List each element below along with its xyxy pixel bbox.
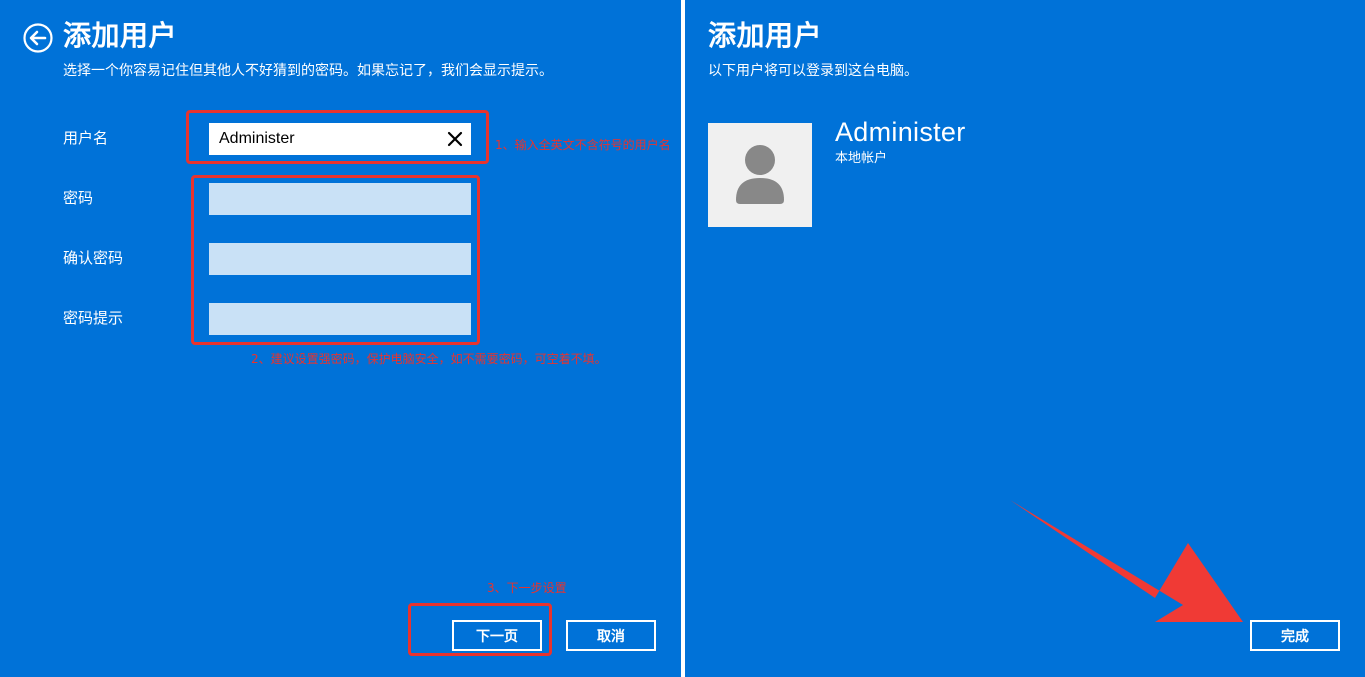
password-label: 密码 bbox=[63, 189, 94, 207]
cancel-button[interactable]: 取消 bbox=[566, 620, 656, 651]
user-silhouette-icon bbox=[736, 145, 784, 204]
next-button[interactable]: 下一页 bbox=[452, 620, 542, 651]
back-arrow-icon bbox=[23, 23, 53, 53]
annotation-note-3: 3、下一步设置 bbox=[487, 581, 567, 595]
avatar bbox=[708, 123, 812, 227]
page-subtitle: 以下用户将可以登录到这台电脑。 bbox=[708, 63, 918, 79]
page-subtitle: 选择一个你容易记住但其他人不好猜到的密码。如果忘记了，我们会显示提示。 bbox=[63, 63, 553, 79]
annotation-note-1: 1、输入全英文不含符号的用户名 bbox=[495, 138, 671, 152]
annotation-note-2: 2、建议设置强密码，保护电脑安全，如不需要密码，可空着不填。 bbox=[251, 352, 607, 366]
back-button[interactable] bbox=[23, 23, 53, 53]
user-name: Administer bbox=[835, 117, 966, 147]
pointer-arrow-annotation bbox=[1010, 500, 1243, 622]
account-type: 本地帐户 bbox=[835, 151, 888, 166]
password-hint-label: 密码提示 bbox=[63, 309, 124, 327]
username-highlight-box bbox=[186, 110, 489, 164]
password-highlight-box bbox=[191, 175, 480, 345]
username-label: 用户名 bbox=[63, 129, 109, 147]
confirm-password-label: 确认密码 bbox=[63, 249, 124, 267]
page-title: 添加用户 bbox=[63, 19, 178, 52]
finish-button[interactable]: 完成 bbox=[1250, 620, 1340, 651]
user-created-panel: 添加用户 以下用户将可以登录到这台电脑。 Administer 本地帐户 完成 bbox=[685, 0, 1365, 677]
add-user-form-panel: 添加用户 选择一个你容易记住但其他人不好猜到的密码。如果忘记了，我们会显示提示。… bbox=[0, 0, 681, 677]
page-title: 添加用户 bbox=[708, 19, 823, 52]
